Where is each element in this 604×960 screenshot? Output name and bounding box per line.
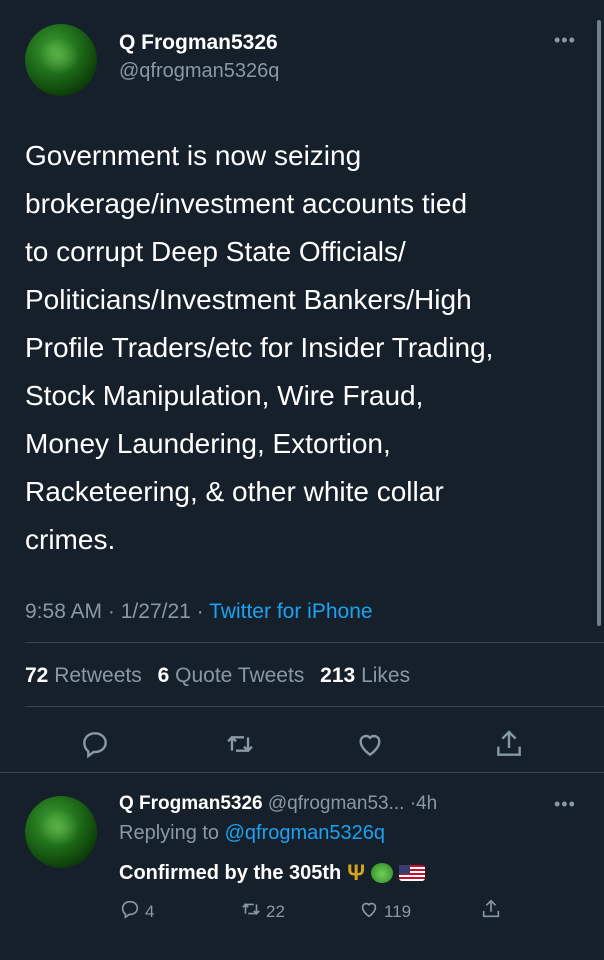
- share-icon: [480, 898, 502, 925]
- reply-ellipsis-icon[interactable]: •••: [554, 794, 576, 815]
- us-flag-emoji: [399, 865, 426, 881]
- reply-display-name[interactable]: Q Frogman5326: [119, 793, 263, 814]
- tweet-source-link[interactable]: Twitter for iPhone: [209, 600, 372, 623]
- frog-emoji: [371, 863, 394, 883]
- retweets-label: Retweets: [54, 664, 142, 687]
- reply-icon: [119, 898, 141, 925]
- tweet-date: 1/27/21: [120, 600, 191, 623]
- retweets-stat[interactable]: 72 Retweets: [25, 664, 142, 687]
- divider: [0, 772, 604, 773]
- reply-header: Q Frogman5326 @qfrogman53... ·4h: [119, 793, 437, 815]
- reply-reply-button[interactable]: 4: [119, 898, 154, 925]
- scrollbar[interactable]: [597, 20, 601, 626]
- reply-retweets-count: 22: [266, 901, 285, 921]
- reply-action-bar: 4 22 119: [0, 898, 604, 930]
- likes-count: 213: [320, 664, 356, 687]
- reply-replies-count: 4: [145, 901, 155, 921]
- meta-separator: ·: [107, 600, 115, 623]
- reply-share-button[interactable]: [480, 898, 502, 925]
- reply-icon[interactable]: [79, 728, 111, 760]
- reply-likes-count: 119: [384, 901, 412, 921]
- replying-handle-link[interactable]: @qfrogman5326q: [225, 822, 385, 844]
- ellipsis-icon[interactable]: •••: [554, 30, 576, 51]
- quotes-count: 6: [157, 664, 170, 687]
- retweet-icon[interactable]: [224, 728, 256, 760]
- reply-time: 4h: [416, 793, 438, 814]
- reply-handle[interactable]: @qfrogman53...: [268, 793, 405, 814]
- share-icon[interactable]: [493, 728, 525, 760]
- likes-stat[interactable]: 213 Likes: [320, 664, 410, 687]
- retweets-count: 72: [25, 664, 49, 687]
- like-icon[interactable]: [354, 728, 386, 760]
- tweet-stats: 72 Retweets 6 Quote Tweets 213 Likes: [25, 664, 410, 688]
- likes-label: Likes: [361, 664, 411, 687]
- divider: [25, 642, 604, 643]
- meta-separator: ·: [196, 600, 204, 623]
- avatar[interactable]: [25, 24, 97, 96]
- divider: [25, 706, 604, 707]
- quotes-stat[interactable]: 6 Quote Tweets: [158, 664, 305, 687]
- replying-to: Replying to @qfrogman5326q: [119, 822, 385, 845]
- reply-retweet-button[interactable]: 22: [240, 898, 285, 925]
- tweet-time: 9:58 AM: [25, 600, 103, 623]
- reply-text-line: Confirmed by the 305th Ψ: [119, 860, 426, 886]
- reply-like-button[interactable]: 119: [358, 898, 411, 925]
- like-icon: [358, 898, 380, 925]
- trident-emoji: Ψ: [347, 860, 366, 885]
- reply-text: Confirmed by the 305th: [119, 861, 342, 884]
- quotes-label: Quote Tweets: [175, 664, 305, 687]
- tweet-meta: 9:58 AM · 1/27/21 · Twitter for iPhone: [25, 600, 373, 624]
- replying-prefix: Replying to: [119, 822, 220, 844]
- action-bar: [0, 722, 604, 766]
- reply-avatar[interactable]: [25, 796, 97, 868]
- handle[interactable]: @qfrogman5326q: [119, 60, 279, 83]
- display-name[interactable]: Q Frogman5326: [119, 31, 278, 55]
- retweet-icon: [240, 898, 262, 925]
- tweet-text: Government is now seizing brokerage/inve…: [25, 140, 494, 555]
